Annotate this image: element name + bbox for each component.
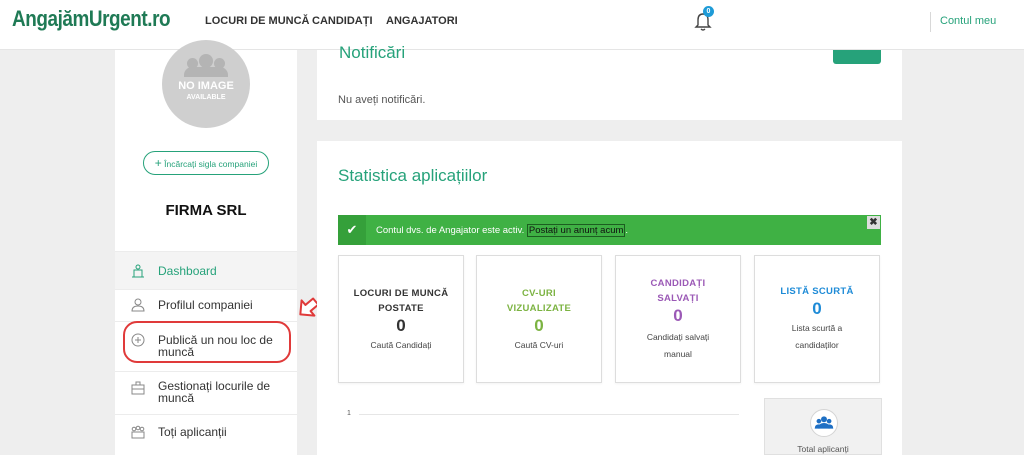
alert-text: Contul dvs. de Angajator este activ. — [376, 225, 525, 236]
dashboard-icon — [132, 264, 144, 278]
stat-card-value: 0 — [396, 316, 406, 335]
account-link[interactable]: Contul meu — [940, 15, 996, 27]
highlight-circle — [123, 321, 291, 363]
stat-card-title: CV-URI VIZUALIZATE — [506, 288, 572, 314]
stat-card-value: 0 — [673, 306, 683, 325]
nav-candidates[interactable]: CANDIDAȚI — [312, 15, 373, 27]
sidebar-item-all-applicants[interactable]: Toți aplicanții — [115, 414, 297, 455]
notifications-panel: Notificări Nu aveți notificări. — [317, 43, 902, 120]
upload-logo-button[interactable]: + Încărcați sigla companiei — [143, 151, 269, 175]
stat-card-title: CANDIDAȚI SALVAȚI — [650, 278, 706, 304]
stat-card-title: LISTĂ SCURTĂ — [780, 286, 854, 297]
chart-gridline — [359, 414, 739, 415]
total-applicants-box: Total aplicanți — [764, 398, 882, 455]
sidebar-item-label: Toți aplicanții — [158, 425, 227, 439]
stat-card-title: LOCURI DE MUNCĂ POSTATE — [353, 288, 449, 314]
close-icon[interactable]: ✖ — [867, 216, 880, 229]
stat-card-link[interactable]: Candidați salvați manual — [616, 329, 740, 363]
notifications-empty-text: Nu aveți notificări. — [338, 94, 426, 106]
total-applicants-label: Total aplicanți — [797, 444, 849, 454]
statistics-panel: Statistica aplicațiilor ✔ Contul dvs. de… — [317, 141, 902, 455]
stat-card-link[interactable]: Caută CV-uri — [477, 337, 601, 354]
company-name: FIRMA SRL — [165, 202, 247, 219]
nav-employers[interactable]: ANGAJATORI — [386, 15, 458, 27]
users-icon — [131, 425, 145, 439]
sidebar-item-label: Profilul companiei — [158, 298, 253, 312]
statistics-title: Statistica aplicațiilor — [338, 166, 488, 185]
plus-icon: + — [154, 156, 162, 170]
stat-card-link[interactable]: Caută Candidați — [339, 337, 463, 354]
avatar-text-line2: AVAILABLE — [186, 94, 226, 101]
notification-badge: 0 — [703, 6, 714, 17]
sidebar-item-label: Gestionați locurile de muncă — [158, 379, 271, 405]
stat-card-posted-jobs: LOCURI DE MUNCĂ POSTATE 0 Caută Candidaț… — [338, 255, 464, 383]
avatar-text-line1: NO IMAGE — [178, 80, 234, 92]
top-navbar: AngajămUrgent.ro LOCURI DE MUNCĂ CANDIDA… — [0, 0, 1024, 50]
notifications-title: Notificări — [339, 43, 406, 62]
sidebar-item-label: Dashboard — [158, 264, 217, 278]
sidebar: NO IMAGE AVAILABLE + Încărcați sigla com… — [115, 40, 297, 455]
account-divider — [930, 12, 931, 32]
stat-card-value: 0 — [534, 316, 544, 335]
sidebar-item-manage-jobs[interactable]: Gestionați locurile de muncă — [115, 371, 297, 414]
post-job-link[interactable]: Postați un anunț acum — [526, 224, 626, 237]
stat-card-saved-candidates: CANDIDAȚI SALVAȚI 0 Candidați salvați ma… — [615, 255, 741, 383]
stat-card-cv-viewed: CV-URI VIZUALIZATE 0 Caută CV-uri — [476, 255, 602, 383]
user-icon — [131, 298, 145, 312]
notifications-action-button[interactable] — [833, 50, 881, 64]
check-icon: ✔ — [338, 215, 366, 245]
alert-message: Contul dvs. de Angajator este activ. Pos… — [376, 224, 629, 237]
stat-card-shortlist: LISTĂ SCURTĂ 0 Lista scurtă a candidațil… — [754, 255, 880, 383]
avatar-body — [184, 67, 228, 77]
chart-y-tick: 1 — [347, 410, 351, 417]
stat-card-link[interactable]: Lista scurtă a candidaților — [755, 320, 879, 354]
avatar-person-icon — [199, 54, 213, 68]
nav-jobs[interactable]: LOCURI DE MUNCĂ — [205, 15, 310, 27]
sidebar-item-profile[interactable]: Profilul companiei — [115, 289, 297, 321]
briefcase-icon — [131, 381, 145, 395]
account-active-alert: ✔ Contul dvs. de Angajator este activ. P… — [338, 215, 881, 245]
stat-card-value: 0 — [812, 299, 822, 318]
alert-suffix: . — [625, 225, 629, 236]
users-icon — [810, 409, 838, 437]
upload-logo-label: Încărcați sigla companiei — [164, 159, 258, 169]
site-logo[interactable]: AngajămUrgent.ro — [12, 6, 171, 32]
sidebar-item-dashboard[interactable]: Dashboard — [115, 251, 297, 289]
company-logo-placeholder: NO IMAGE AVAILABLE — [162, 40, 250, 128]
